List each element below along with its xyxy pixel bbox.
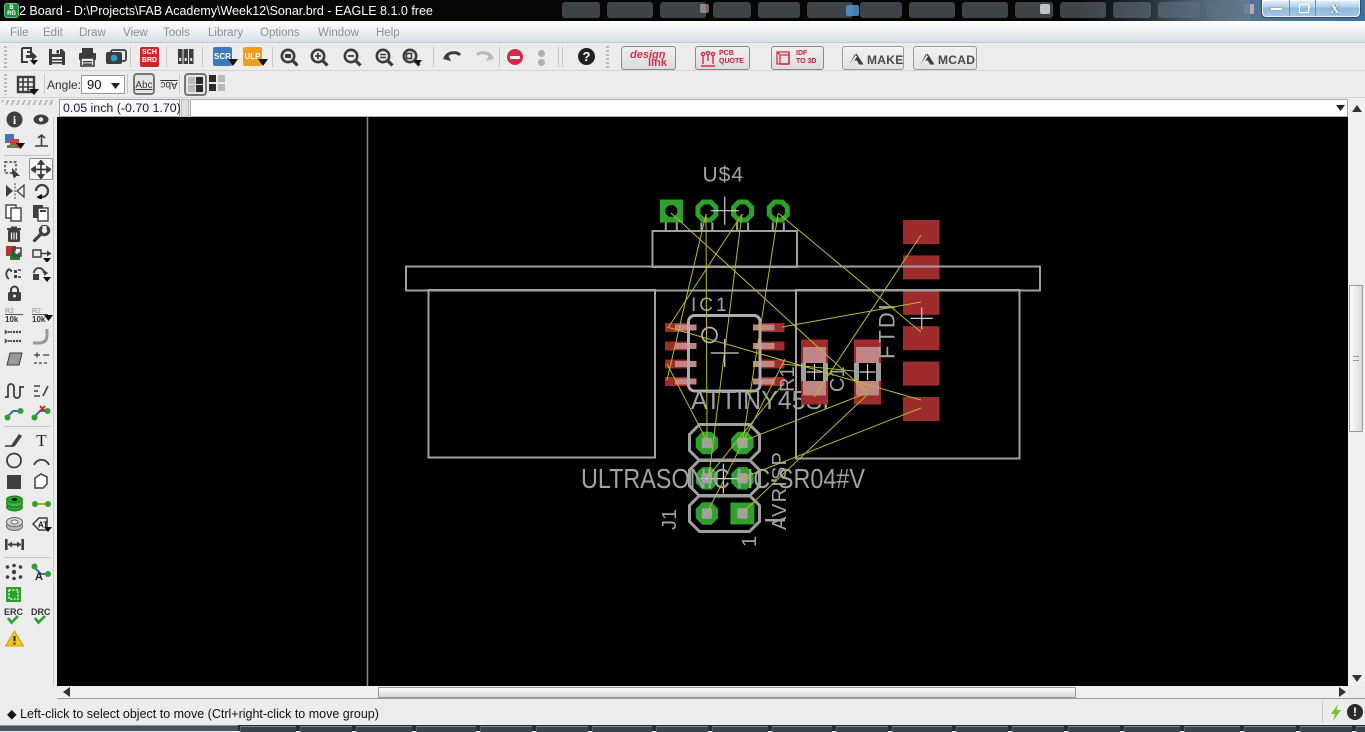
svg-text:10k: 10k: [5, 315, 19, 323]
svg-text:ULTRASONIC HC-SR04#V: ULTRASONIC HC-SR04#V: [581, 464, 866, 494]
svg-text:J1: J1: [659, 509, 681, 530]
svg-text:DRC: DRC: [31, 607, 51, 617]
svg-text:R2: R2: [32, 308, 41, 315]
svg-text:A: A: [35, 571, 43, 581]
svg-text:IC1: IC1: [691, 295, 730, 316]
svg-text:10k: 10k: [32, 315, 46, 323]
svg-text:ERC: ERC: [4, 607, 24, 617]
svg-text:1: 1: [739, 536, 761, 547]
svg-text:R2: R2: [5, 308, 14, 315]
svg-text:T: T: [36, 431, 47, 448]
svg-text:U$4: U$4: [703, 164, 745, 187]
